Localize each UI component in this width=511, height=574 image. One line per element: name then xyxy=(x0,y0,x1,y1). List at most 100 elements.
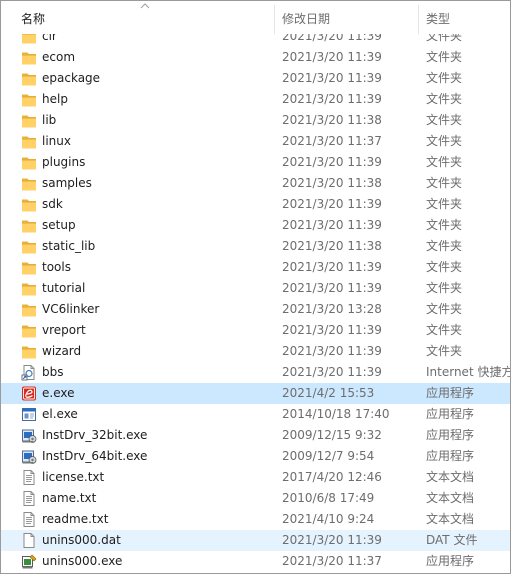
file-row[interactable]: setup 2021/3/20 11:39 文件夹 xyxy=(1,215,510,236)
file-modified-date: 2021/3/20 11:39 xyxy=(282,218,382,232)
column-header-type[interactable]: 类型 xyxy=(426,1,450,34)
file-modified-date: 2021/3/20 11:39 xyxy=(282,197,382,211)
file-row[interactable]: lib 2021/3/20 11:38 文件夹 xyxy=(1,110,510,131)
e-app-icon xyxy=(21,385,37,402)
text-file-icon xyxy=(21,490,37,507)
file-name: VC6linker xyxy=(42,302,100,316)
file-type: 文件夹 xyxy=(426,155,463,169)
file-type: 文件夹 xyxy=(426,113,463,127)
file-name: bbs xyxy=(42,365,64,379)
folder-icon xyxy=(21,154,37,171)
file-row[interactable]: plugins 2021/3/20 11:39 文件夹 xyxy=(1,152,510,173)
file-type: 文件夹 xyxy=(426,239,463,253)
file-modified-date: 2021/3/20 13:28 xyxy=(282,302,382,316)
file-modified-date: 2021/3/20 11:39 xyxy=(282,533,382,547)
file-modified-date: 2021/3/20 11:38 xyxy=(282,239,382,253)
file-row[interactable]: name.txt 2010/6/8 17:49 文本文档 xyxy=(1,488,510,509)
installer-icon xyxy=(21,448,37,465)
file-row[interactable]: tools 2021/3/20 11:39 文件夹 xyxy=(1,257,510,278)
file-modified-date: 2021/3/20 11:38 xyxy=(282,176,382,190)
folder-icon xyxy=(21,91,37,108)
folder-icon xyxy=(21,70,37,87)
file-row[interactable]: el.exe 2014/10/18 17:40 应用程序 xyxy=(1,404,510,425)
file-type: 应用程序 xyxy=(426,386,475,400)
sort-ascending-icon xyxy=(140,3,150,9)
file-name: tools xyxy=(42,260,71,274)
file-type: 应用程序 xyxy=(426,407,475,421)
column-header: 名称 修改日期 类型 xyxy=(1,1,510,34)
file-type: 应用程序 xyxy=(426,449,475,463)
file-list: clr 2021/3/20 11:39 文件夹 ecom 2021/3/20 11:39… xyxy=(1,26,510,572)
file-type: 应用程序 xyxy=(426,554,475,568)
column-divider[interactable] xyxy=(418,5,419,34)
file-row[interactable]: bbs 2021/3/20 11:39 Internet 快捷方式 xyxy=(1,362,510,383)
file-name: el.exe xyxy=(42,407,78,421)
file-name: license.txt xyxy=(42,470,105,484)
column-header-name[interactable]: 名称 xyxy=(21,1,45,34)
folder-icon xyxy=(21,175,37,192)
file-modified-date: 2021/3/20 11:39 xyxy=(282,281,382,295)
file-type: 文本文档 xyxy=(426,512,475,526)
file-name: InstDrv_32bit.exe xyxy=(42,428,148,442)
file-row[interactable]: e.exe 2021/4/2 15:53 应用程序 xyxy=(1,383,510,404)
file-type: 文件夹 xyxy=(426,281,463,295)
file-row[interactable]: help 2021/3/20 11:39 文件夹 xyxy=(1,89,510,110)
folder-icon xyxy=(21,238,37,255)
file-name: linux xyxy=(42,134,71,148)
file-type: 文件夹 xyxy=(426,260,463,274)
folder-icon xyxy=(21,49,37,66)
folder-icon xyxy=(21,322,37,339)
file-type: 文件夹 xyxy=(426,323,463,337)
file-row[interactable]: ecom 2021/3/20 11:39 文件夹 xyxy=(1,47,510,68)
blank-file-icon xyxy=(21,532,37,549)
file-modified-date: 2014/10/18 17:40 xyxy=(282,407,390,421)
file-type: 文本文档 xyxy=(426,470,475,484)
file-modified-date: 2021/3/20 11:39 xyxy=(282,50,382,64)
file-row[interactable]: unins000.exe 2021/3/20 11:37 应用程序 xyxy=(1,551,510,572)
file-row[interactable]: wizard 2021/3/20 11:39 文件夹 xyxy=(1,341,510,362)
file-row[interactable]: readme.txt 2021/4/10 9:24 文本文档 xyxy=(1,509,510,530)
file-row[interactable]: license.txt 2017/4/20 12:46 文本文档 xyxy=(1,467,510,488)
file-modified-date: 2021/3/20 11:39 xyxy=(282,260,382,274)
file-modified-date: 2021/4/2 15:53 xyxy=(282,386,375,400)
file-modified-date: 2021/4/10 9:24 xyxy=(282,512,375,526)
installer-icon xyxy=(21,427,37,444)
file-row[interactable]: static_lib 2021/3/20 11:38 文件夹 xyxy=(1,236,510,257)
file-type: 文件夹 xyxy=(426,197,463,211)
file-row[interactable]: InstDrv_32bit.exe 2009/12/15 9:32 应用程序 xyxy=(1,425,510,446)
file-name: sdk xyxy=(42,197,63,211)
file-row[interactable]: VC6linker 2021/3/20 13:28 文件夹 xyxy=(1,299,510,320)
column-divider[interactable] xyxy=(274,5,275,34)
file-type: 文件夹 xyxy=(426,92,463,106)
file-modified-date: 2021/3/20 11:39 xyxy=(282,344,382,358)
folder-icon xyxy=(21,133,37,150)
file-name: tutorial xyxy=(42,281,86,295)
exe-window-icon xyxy=(21,406,37,423)
file-name: wizard xyxy=(42,344,82,358)
file-row[interactable]: InstDrv_64bit.exe 2009/12/7 9:54 应用程序 xyxy=(1,446,510,467)
file-row[interactable]: unins000.dat 2021/3/20 11:39 DAT 文件 xyxy=(1,530,510,551)
file-name: epackage xyxy=(42,71,101,85)
folder-icon xyxy=(21,343,37,360)
folder-icon xyxy=(21,112,37,129)
file-row[interactable]: sdk 2021/3/20 11:39 文件夹 xyxy=(1,194,510,215)
file-name: setup xyxy=(42,218,76,232)
file-modified-date: 2009/12/15 9:32 xyxy=(282,428,382,442)
folder-icon xyxy=(21,259,37,276)
file-name: ecom xyxy=(42,50,76,64)
file-row[interactable]: linux 2021/3/20 11:37 文件夹 xyxy=(1,131,510,152)
file-list-window: clr 2021/3/20 11:39 文件夹 ecom 2021/3/20 11:39… xyxy=(0,0,511,574)
file-name: readme.txt xyxy=(42,512,109,526)
file-type: 文件夹 xyxy=(426,134,463,148)
file-type: Internet 快捷方式 xyxy=(426,365,510,379)
column-header-date[interactable]: 修改日期 xyxy=(282,1,330,34)
file-row[interactable]: tutorial 2021/3/20 11:39 文件夹 xyxy=(1,278,510,299)
file-type: 文件夹 xyxy=(426,302,463,316)
file-type: 文件夹 xyxy=(426,71,463,85)
file-row[interactable]: epackage 2021/3/20 11:39 文件夹 xyxy=(1,68,510,89)
file-row[interactable]: vreport 2021/3/20 11:39 文件夹 xyxy=(1,320,510,341)
file-modified-date: 2021/3/20 11:38 xyxy=(282,113,382,127)
file-row[interactable]: samples 2021/3/20 11:38 文件夹 xyxy=(1,173,510,194)
text-file-icon xyxy=(21,469,37,486)
file-type: DAT 文件 xyxy=(426,533,478,547)
